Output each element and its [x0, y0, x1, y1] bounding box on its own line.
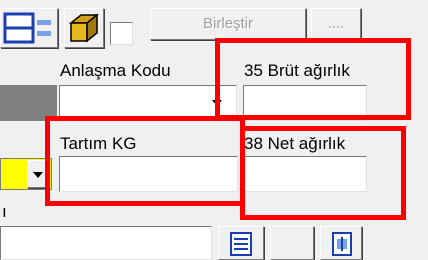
empty-button[interactable]	[270, 226, 314, 260]
split-window-button[interactable]	[0, 8, 58, 48]
option-checkbox[interactable]	[110, 22, 133, 45]
chevron-down-icon	[33, 172, 43, 178]
merge-button[interactable]: Birleştir	[150, 8, 306, 40]
document-list-button[interactable]	[218, 226, 264, 260]
bottom-long-field[interactable]	[0, 226, 212, 260]
highlight-net-weight	[240, 126, 406, 220]
highlight-weigh-kg	[45, 116, 245, 206]
split-window-icon	[3, 12, 51, 44]
ellipsis-button-label: ....	[327, 15, 345, 32]
document-new-button[interactable]	[320, 226, 362, 260]
highlight-gross-weight	[215, 38, 411, 120]
box-button[interactable]	[64, 8, 104, 48]
merge-button-label: Birleştir	[202, 15, 253, 32]
agreement-code-label: Anlaşma Kodu	[60, 61, 171, 80]
box-icon	[68, 13, 100, 43]
document-new-icon	[332, 232, 352, 256]
left-partial-label: ı	[2, 202, 7, 221]
document-list-icon	[230, 232, 252, 256]
ellipsis-button[interactable]: ....	[311, 8, 361, 40]
